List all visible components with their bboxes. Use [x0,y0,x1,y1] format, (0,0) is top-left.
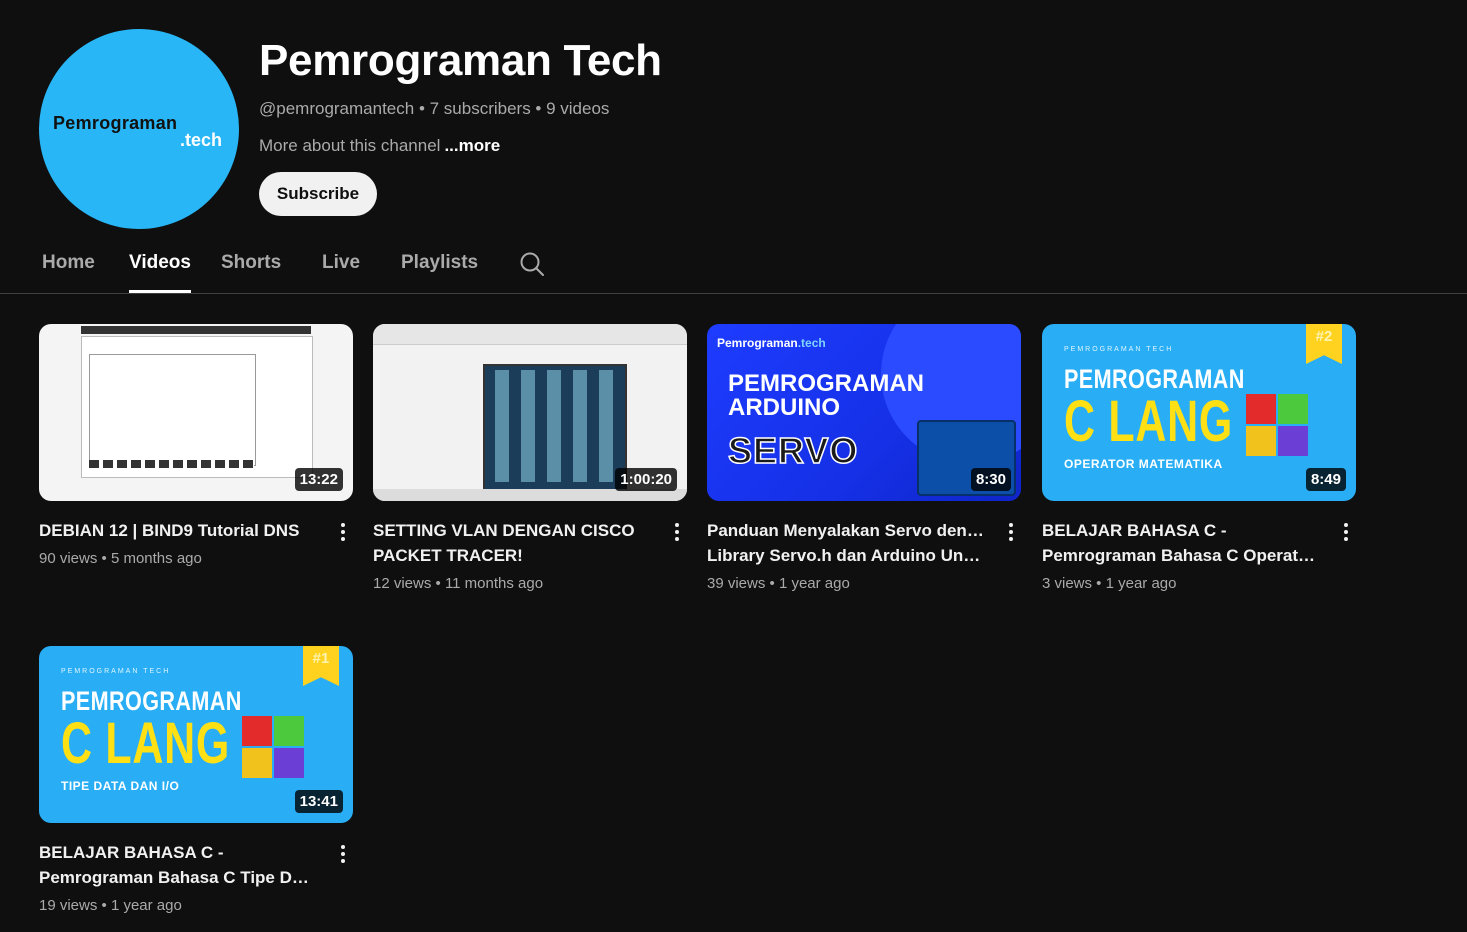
codeblocks-logo-icon [242,716,304,778]
video-card[interactable]: PEMROGRAMAN TECH PEMROGRAMAN C LANG OPER… [1042,324,1356,592]
video-card[interactable]: 13:22 DEBIAN 12 | BIND9 Tutorial DNS 90 … [39,324,353,567]
video-meta: 12 views • 11 months ago [373,575,544,592]
episode-ribbon: #2 [1306,324,1342,364]
thumb-terminal [89,354,256,466]
channel-about-text: More about this channel [259,136,441,155]
channel-about-more-link[interactable]: ...more [444,136,500,155]
thumb-subject: C LANG [61,711,230,776]
video-thumbnail[interactable]: PEMROGRAMAN TECH PEMROGRAMAN C LANG TIPE… [39,646,353,823]
active-tab-indicator [129,290,191,293]
thumb-topic: OPERATOR MATEMATIKA [1064,457,1223,471]
video-title[interactable]: SETTING VLAN DENGAN CISCO PACKET TRACER! [373,518,651,568]
channel-name: Pemrograman Tech [259,36,662,85]
video-meta: 39 views • 1 year ago [707,575,850,592]
thumb-topic: TIPE DATA DAN I/O [61,779,180,793]
video-meta: 90 views • 5 months ago [39,550,202,567]
thumb-device-grid [489,370,617,482]
video-duration: 8:49 [1305,468,1346,491]
video-title[interactable]: BELAJAR BAHASA C - Pemrograman Bahasa C … [39,840,317,890]
video-title-line1: SETTING VLAN DENGAN CISCO [373,521,635,540]
video-title[interactable]: Panduan Menyalakan Servo dengan Library … [707,518,985,568]
tab-playlists[interactable]: Playlists [401,252,478,274]
video-thumbnail[interactable]: Pemrograman.tech PEMROGRAMAN ARDUINO SER… [707,324,1021,501]
video-title-line1: BELAJAR BAHASA C - [1042,521,1227,540]
more-actions-icon[interactable] [667,520,687,544]
channel-meta: @pemrogramantech • 7 subscribers • 9 vid… [259,99,610,118]
video-meta: 19 views • 1 year ago [39,897,182,914]
thumb-subject: SERVO [727,429,859,472]
video-card[interactable]: PEMROGRAMAN TECH PEMROGRAMAN C LANG TIPE… [39,646,353,914]
video-title-line2: Library Servo.h dan Arduino Uno R3 [707,546,985,565]
video-title-line1: Panduan Menyalakan Servo dengan [707,521,985,540]
video-title-line2: Pemrograman Bahasa C Operator... [1042,546,1320,565]
tab-videos[interactable]: Videos [129,252,191,274]
channel-about[interactable]: More about this channel ...more [259,136,500,156]
thumb-heading: PEMROGRAMAN ARDUINO [728,370,924,421]
episode-ribbon: #1 [303,646,339,686]
thumb-shortcut-bar [89,460,254,468]
channel-avatar: Pemrograman .tech [39,29,239,229]
video-duration: 13:41 [294,790,343,813]
thumb-brand: PEMROGRAMAN TECH [61,668,171,675]
tab-home[interactable]: Home [42,252,95,274]
video-card[interactable]: Pemrograman.tech PEMROGRAMAN ARDUINO SER… [707,324,1021,592]
more-actions-icon[interactable] [1001,520,1021,544]
avatar-text-suffix: .tech [180,130,223,150]
tab-live[interactable]: Live [322,252,360,274]
video-meta: 3 views • 1 year ago [1042,575,1177,592]
video-thumbnail[interactable]: 1:00:20 [373,324,687,501]
video-title-line2: Pemrograman Bahasa C Tipe Data... [39,868,317,887]
thumb-brand: Pemrograman.tech [717,336,826,350]
video-title[interactable]: DEBIAN 12 | BIND9 Tutorial DNS [39,518,317,543]
search-icon[interactable] [519,251,545,277]
thumb-toolbar [373,324,687,345]
video-thumbnail[interactable]: 13:22 [39,324,353,501]
video-duration: 1:00:20 [615,468,677,491]
video-thumbnail[interactable]: PEMROGRAMAN TECH PEMROGRAMAN C LANG OPER… [1042,324,1356,501]
video-title[interactable]: BELAJAR BAHASA C - Pemrograman Bahasa C … [1042,518,1320,568]
avatar-text-brand: Pemrograman [53,113,178,133]
thumb-subject: C LANG [1064,389,1233,454]
more-actions-icon[interactable] [333,842,353,866]
tab-shorts[interactable]: Shorts [221,252,281,274]
more-actions-icon[interactable] [1336,520,1356,544]
thumb-menubar [81,326,311,334]
video-duration: 8:30 [970,468,1011,491]
video-duration: 13:22 [294,468,343,491]
video-title-line2: PACKET TRACER! [373,546,523,565]
subscribe-button[interactable]: Subscribe [259,172,377,216]
codeblocks-logo-icon [1246,394,1308,456]
channel-tabs: Home Videos Shorts Live Playlists [0,240,1467,294]
more-actions-icon[interactable] [333,520,353,544]
video-title-line1: BELAJAR BAHASA C - [39,843,224,862]
thumb-brand: PEMROGRAMAN TECH [1064,346,1174,353]
video-card[interactable]: 1:00:20 SETTING VLAN DENGAN CISCO PACKET… [373,324,687,592]
